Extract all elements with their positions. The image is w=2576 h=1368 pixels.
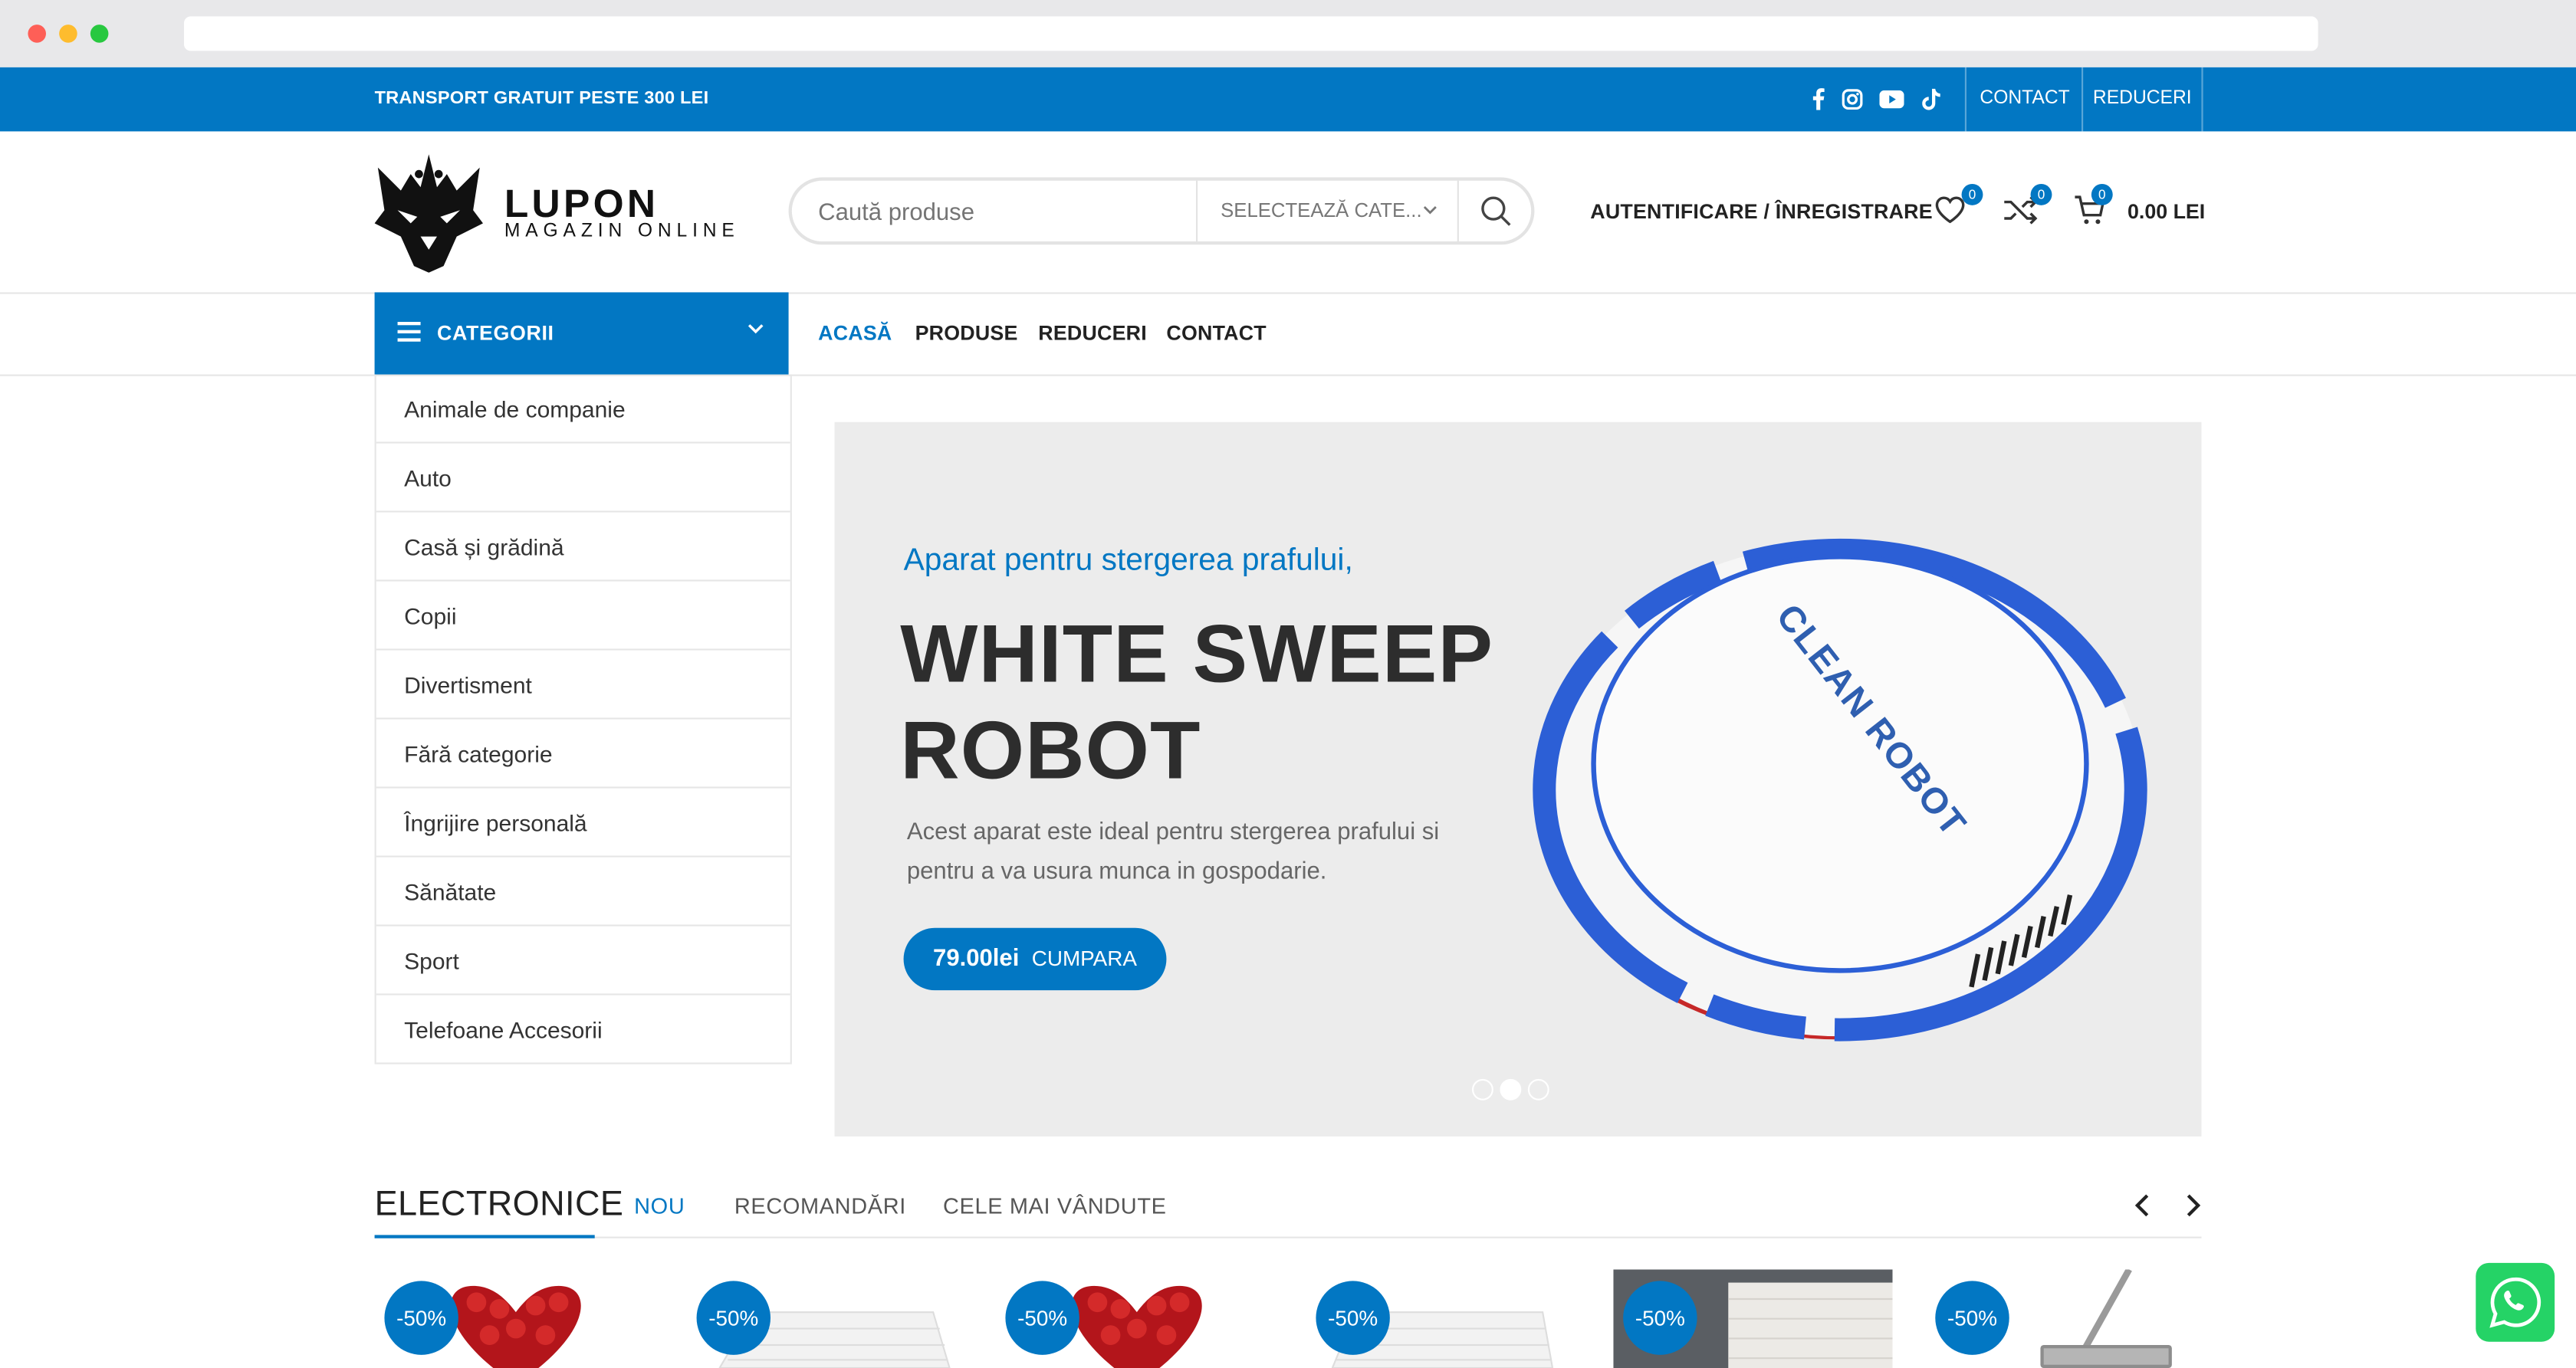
hero-title-line-2: ROBOT [900, 704, 1201, 797]
login-register-link[interactable]: AUTENTIFICARE / ÎNREGISTRARE [1590, 200, 1933, 223]
hero-title-line-1: WHITE SWEEP [900, 607, 1494, 700]
buy-button-label: CUMPARA [1031, 946, 1137, 971]
search-input[interactable] [814, 195, 1183, 232]
discount-badge: -50% [1935, 1281, 2009, 1355]
buy-button[interactable]: 79.00lei CUMPARA [903, 927, 1167, 991]
discount-badge: -50% [696, 1281, 770, 1355]
slide-dot[interactable] [1527, 1078, 1549, 1101]
free-shipping-notice: TRANSPORT GRATUIT PESTE 300 LEI [374, 88, 709, 109]
maximize-window-button[interactable] [90, 25, 109, 43]
whatsapp-chat-button[interactable] [2476, 1262, 2555, 1342]
close-window-button[interactable] [28, 25, 46, 43]
main-navigation: CATEGORII ACASĂ PRODUSE REDUCERI CONTACT [0, 292, 2576, 376]
browser-chrome [0, 0, 2576, 67]
hero-price: 79.00lei [933, 946, 1020, 973]
tab-nou[interactable]: NOU [634, 1194, 685, 1219]
category-item[interactable]: Animale de companie [376, 375, 790, 444]
compare-button[interactable]: 0 [2003, 184, 2052, 230]
categories-toggle[interactable]: CATEGORII [374, 292, 789, 375]
nav-item-produse[interactable]: PRODUSE [915, 322, 1018, 345]
product-card[interactable]: -50% [1925, 1269, 2201, 1368]
category-item[interactable]: Sport [376, 927, 790, 996]
wishlist-button[interactable]: 0 [1934, 184, 1983, 230]
minimize-window-button[interactable] [59, 25, 77, 43]
wishlist-count-badge: 0 [1961, 184, 1983, 205]
product-card[interactable]: -50% [996, 1269, 1279, 1368]
hero-title: WHITE SWEEP ROBOT [900, 606, 1493, 800]
chevron-down-icon [1423, 181, 1438, 241]
product-card[interactable]: -50% [687, 1269, 970, 1368]
logo-tagline: MAGAZIN ONLINE [504, 221, 740, 241]
discount-badge: -50% [384, 1281, 458, 1355]
discount-badge: -50% [1623, 1281, 1697, 1355]
search-icon [1480, 196, 1510, 226]
site-header: LUPON MAGAZIN ONLINE SELECTEAZĂ CATE... … [0, 131, 2576, 294]
category-select[interactable]: SELECTEAZĂ CATE... [1196, 180, 1459, 241]
chevron-left-icon [2134, 1194, 2149, 1217]
category-item[interactable]: Copii [376, 582, 790, 651]
section-title-underline [374, 1235, 595, 1238]
hero-description: Acest aparat este ideal pentru stergerea… [906, 819, 1440, 885]
address-bar[interactable] [184, 16, 2318, 51]
nav-item-reduceri[interactable]: REDUCERI [1038, 322, 1147, 345]
section-title: ELECTRONICE [374, 1186, 624, 1224]
top-link-reduceri[interactable]: REDUCERI [2082, 67, 2203, 132]
carousel-prev-button[interactable] [2131, 1192, 2154, 1219]
slide-dot-active[interactable] [1500, 1078, 1522, 1101]
slide-dot[interactable] [1472, 1078, 1493, 1101]
category-item[interactable]: Fără categorie [376, 720, 790, 789]
youtube-icon[interactable] [1878, 85, 1904, 111]
category-select-value: SELECTEAZĂ CATE... [1221, 198, 1422, 222]
top-bar: TRANSPORT GRATUIT PESTE 300 LEI CONTACT … [0, 67, 2576, 132]
cart-total[interactable]: 0.00 LEI [2128, 200, 2205, 223]
section-divider [374, 1236, 2202, 1238]
instagram-icon[interactable] [1838, 85, 1865, 111]
search-button[interactable] [1459, 181, 1531, 241]
nav-item-acasa[interactable]: ACASĂ [818, 322, 892, 345]
category-list: Animale de companie Auto Casă și grădină… [374, 374, 792, 1065]
product-card[interactable]: -50% [1306, 1269, 1589, 1368]
category-item[interactable]: Auto [376, 444, 790, 513]
hero-subtitle: Aparat pentru stergerea prafului, [903, 543, 1353, 579]
slider-pagination [1472, 1078, 1549, 1101]
carousel-next-button[interactable] [2182, 1192, 2205, 1219]
whatsapp-icon [2489, 1277, 2542, 1328]
hamburger-icon [397, 322, 421, 346]
category-item[interactable]: Telefoane Accesorii [376, 996, 790, 1065]
heart-icon [1935, 196, 1965, 224]
chevron-right-icon [2187, 1194, 2201, 1217]
category-item[interactable]: Sănătate [376, 858, 790, 927]
top-link-contact[interactable]: CONTACT [1964, 67, 2083, 132]
category-item[interactable]: Îngrijire personală [376, 789, 790, 858]
wolf-logo-icon[interactable] [374, 151, 483, 280]
discount-badge: -50% [1005, 1281, 1079, 1355]
facebook-icon[interactable] [1804, 85, 1830, 111]
category-item[interactable]: Casă și grădină [376, 513, 790, 582]
hero-slider: Aparat pentru stergerea prafului, WHITE … [834, 422, 2202, 1137]
categories-label: CATEGORII [437, 322, 554, 345]
tab-cele-mai-vandute[interactable]: CELE MAI VÂNDUTE [943, 1194, 1167, 1219]
product-card[interactable]: -50% [375, 1269, 658, 1368]
cart-count-badge: 0 [2091, 184, 2113, 205]
chevron-down-icon [746, 317, 766, 347]
tab-recomandari[interactable]: RECOMANDĂRI [734, 1194, 906, 1219]
nav-item-contact[interactable]: CONTACT [1166, 322, 1266, 345]
robot-vacuum-image: CLEAN ROBOT [1531, 481, 2155, 1065]
cart-button[interactable]: 0 [2073, 184, 2113, 230]
tiktok-icon[interactable] [1919, 85, 1945, 111]
search-bar: SELECTEAZĂ CATE... [788, 177, 1535, 245]
compare-count-badge: 0 [2030, 184, 2052, 205]
product-card[interactable]: -50% [1613, 1269, 1893, 1368]
discount-badge: -50% [1316, 1281, 1390, 1355]
category-item[interactable]: Divertisment [376, 651, 790, 720]
